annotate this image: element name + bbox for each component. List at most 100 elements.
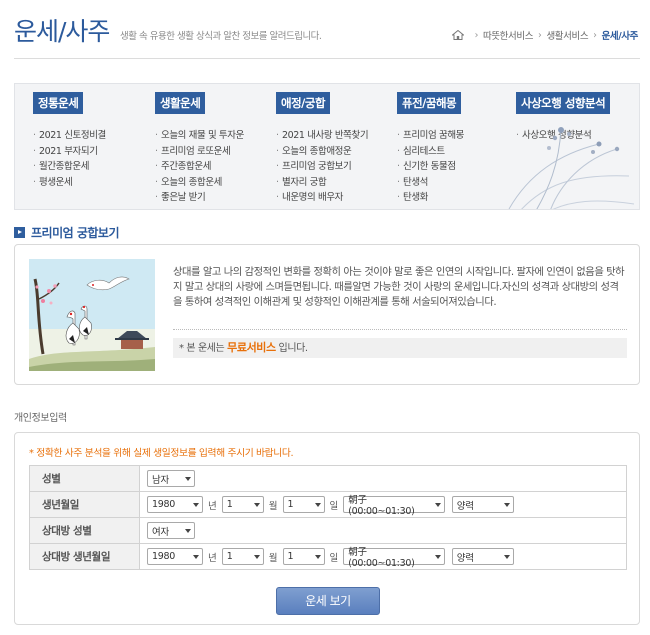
partner-calendar-type-value: 양력 (456, 552, 474, 564)
chevron-down-icon (253, 502, 260, 507)
category-link[interactable]: 2021 부자되기 (33, 144, 106, 160)
breadcrumb-item-warm-service[interactable]: 따뜻한서비스 (483, 28, 533, 42)
partner-birth-hour-select[interactable]: 朝子(00:00~01:30) (343, 547, 446, 569)
note-suffix: 입니다. (278, 343, 309, 354)
category-link[interactable]: 좋은날 받기 (155, 190, 244, 206)
chevron-down-icon (193, 502, 199, 507)
category-link[interactable]: 별자리 궁합 (276, 175, 368, 191)
orchid-illustration (508, 127, 635, 209)
partner-gender-select[interactable]: 여자 (147, 522, 195, 539)
category-link[interactable]: 탄생석 (397, 175, 464, 191)
category-link[interactable]: 심리테스트 (397, 144, 464, 160)
category-title[interactable]: 퓨전/꿈해몽 (397, 92, 462, 114)
category-link[interactable]: 오늘의 종합운세 (155, 175, 244, 191)
year-unit: 년 (208, 552, 217, 564)
partner-birth-hour-value: 朝子(00:00~01:30) (348, 547, 415, 569)
breadcrumb-item-life-service[interactable]: 생활서비스 (546, 28, 588, 42)
birth-day-select[interactable]: 1 (282, 496, 325, 513)
category-link[interactable]: 2021 신토정비결 (33, 128, 106, 144)
chevron-down-icon (435, 502, 442, 507)
chevron-down-icon (193, 554, 199, 559)
birth-hour-value: 朝子(00:00~01:30) (348, 495, 415, 517)
birth-month-value: 1 (226, 499, 233, 510)
category-title[interactable]: 애정/궁합 (276, 92, 331, 114)
category-column-life: 생활운세 오늘의 재물 및 투자운 프리미엄 로또운세 주간종합운세 오늘의 종… (155, 92, 244, 206)
note-prefix: * 본 운세는 (179, 343, 225, 354)
chevron-down-icon (314, 502, 321, 507)
calendar-type-value: 양력 (456, 500, 474, 512)
partner-birth-month-value: 1 (226, 551, 233, 562)
category-title[interactable]: 정통운세 (33, 92, 84, 114)
category-link[interactable]: 오늘의 종합애정운 (276, 144, 368, 160)
partner-birth-month-select[interactable]: 1 (221, 548, 264, 565)
category-link[interactable]: 주간종합운세 (155, 159, 244, 175)
year-unit: 년 (208, 500, 217, 512)
category-link[interactable]: 탄생화 (397, 190, 464, 206)
section-header: 프리미엄 궁합보기 (14, 224, 120, 241)
month-unit: 월 (268, 552, 278, 564)
category-column-love: 애정/궁합 2021 내사랑 반쪽찾기 오늘의 종합애정운 프리미엄 궁합보기 … (276, 92, 369, 206)
breadcrumb-separator: › (474, 29, 479, 41)
gender-value: 남자 (152, 474, 169, 486)
chevron-down-icon (185, 528, 191, 533)
page-title: 운세/사주 (14, 17, 110, 46)
birth-hour-select[interactable]: 朝子(00:00~01:30) (343, 495, 446, 517)
form-row-partner-gender: 상대방 성별 여자 (29, 517, 627, 544)
partner-birth-label: 상대방 생년월일 (29, 543, 140, 570)
form-row-birth: 생년월일 1980 년 1 월 1 일 朝子(00:00~01:30) 양력 (29, 491, 627, 518)
breadcrumb: › 따뜻한서비스 › 생활서비스 › 운세/사주 (451, 28, 639, 42)
chevron-down-icon (503, 554, 510, 559)
form-row-gender: 성별 남자 (29, 465, 627, 492)
chevron-down-icon (503, 502, 510, 507)
gender-select[interactable]: 남자 (147, 470, 195, 487)
category-link[interactable]: 프리미엄 로또운세 (155, 144, 244, 160)
category-column-fusion: 퓨전/꿈해몽 프리미엄 꿈해몽 심리테스트 신기한 동물점 탄생석 탄생화 (397, 92, 464, 206)
play-icon (14, 227, 25, 238)
day-unit: 일 (329, 500, 339, 512)
form-notice: * 정확한 사주 분석을 위해 실제 생일정보를 입력해 주시기 바랍니다. (29, 448, 294, 459)
partner-birth-day-value: 1 (287, 551, 294, 562)
chevron-down-icon (185, 476, 191, 481)
intro-panel: 상대를 알고 나의 감정적인 변화를 정확히 아는 것이야 말로 좋은 인연의 … (14, 244, 640, 385)
category-link[interactable]: 2021 내사랑 반쪽찾기 (276, 128, 369, 144)
breadcrumb-item-fortune[interactable]: 운세/사주 (602, 28, 639, 42)
chevron-down-icon (435, 554, 442, 559)
category-link[interactable]: 프리미엄 궁합보기 (276, 159, 368, 175)
page-header: 운세/사주 생활 속 유용한 생활 상식과 알찬 정보를 알려드립니다. › 따… (0, 0, 650, 60)
category-title[interactable]: 생활운세 (155, 92, 206, 114)
category-link[interactable]: 오늘의 재물 및 투자운 (155, 128, 244, 144)
category-link[interactable]: 평생운세 (33, 175, 106, 191)
category-link[interactable]: 프리미엄 꿈해몽 (397, 128, 464, 144)
chevron-down-icon (253, 554, 260, 559)
form-row-partner-birth: 상대방 생년월일 1980 년 1 월 1 일 朝子(00:00~01:30) 양력 (29, 543, 627, 570)
section-title: 프리미엄 궁합보기 (31, 226, 120, 240)
breadcrumb-separator: › (593, 29, 597, 41)
category-link[interactable]: 신기한 동물점 (397, 159, 464, 175)
partner-calendar-type-select[interactable]: 양력 (451, 548, 514, 565)
birth-year-value: 1980 (152, 499, 175, 510)
view-fortune-button[interactable]: 운세 보기 (276, 587, 380, 615)
partner-birth-day-select[interactable]: 1 (282, 548, 325, 565)
chevron-down-icon (314, 554, 321, 559)
breadcrumb-separator: › (538, 29, 542, 41)
birth-label: 생년월일 (29, 491, 140, 518)
intro-divider (173, 329, 627, 330)
category-link[interactable]: 내운명의 배우자 (276, 190, 368, 206)
partner-gender-value: 여자 (152, 526, 169, 538)
home-icon[interactable] (451, 30, 464, 40)
day-unit: 일 (329, 552, 339, 564)
partner-birth-year-value: 1980 (152, 551, 175, 562)
page-description: 생활 속 유용한 생활 상식과 알찬 정보를 알려드립니다. (120, 31, 322, 42)
partner-birth-year-select[interactable]: 1980 (147, 548, 203, 565)
category-link[interactable]: 월간종합운세 (33, 159, 106, 175)
calendar-type-select[interactable]: 양력 (451, 496, 514, 513)
birth-year-select[interactable]: 1980 (147, 496, 203, 513)
free-service-note: * 본 운세는 무료서비스 입니다. (173, 338, 627, 358)
category-menu: 정통운세 2021 신토정비결 2021 부자되기 월간종합운세 평생운세 생활… (14, 83, 640, 210)
intro-description: 상대를 알고 나의 감정적인 변화를 정확히 아는 것이야 말로 좋은 인연의 … (173, 266, 625, 308)
header-divider (14, 58, 640, 59)
birth-day-value: 1 (287, 499, 294, 510)
partner-gender-label: 상대방 성별 (29, 517, 140, 544)
birth-month-select[interactable]: 1 (221, 496, 264, 513)
free-service-highlight: 무료서비스 (227, 341, 276, 354)
